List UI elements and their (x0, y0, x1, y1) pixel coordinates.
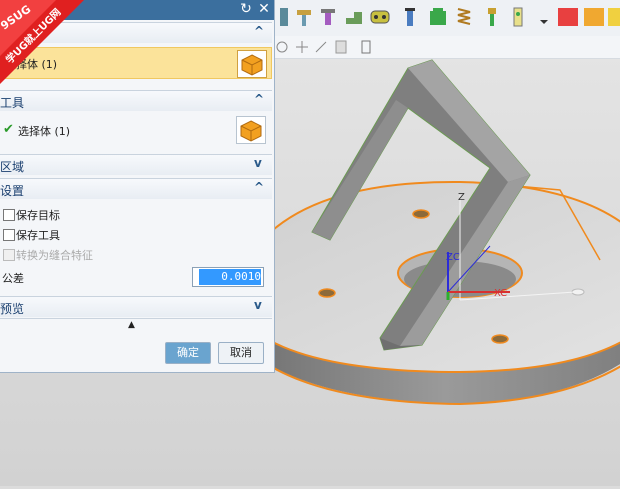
yellow-color-swatch[interactable] (608, 6, 620, 28)
tolerance-value: 0.0010 (199, 269, 261, 285)
bolt-hole (491, 334, 509, 344)
tool-select-label: 选择体 (1) (18, 125, 71, 138)
dropdown-arrow-icon[interactable] (534, 6, 554, 28)
check-icon: ✔ (3, 122, 14, 137)
gear-icon[interactable] (428, 6, 448, 28)
slot-icon[interactable] (370, 6, 390, 28)
reset-icon[interactable]: ↻ (238, 1, 254, 17)
chevron-up-icon[interactable]: ^ (254, 93, 266, 105)
chevron-up-icon[interactable]: ^ (254, 181, 266, 193)
zc-axis-label: ZC (446, 252, 460, 263)
tool-select-row[interactable]: ✔ 选择体 (1) (0, 114, 272, 146)
preview-section-title: 预览 (0, 302, 25, 316)
preview-section-header[interactable]: 预览 v (0, 296, 272, 317)
hole-tool-icon[interactable] (294, 6, 314, 28)
convert-seam-label: 转换为缝合特征 (16, 249, 93, 262)
chevron-down-icon[interactable]: v (254, 157, 266, 169)
tolerance-label: 公差 (2, 272, 24, 285)
keep-tool-checkbox[interactable] (3, 229, 15, 241)
tool-section-header[interactable]: 工具 ^ (0, 90, 272, 111)
watermark-logo: 9SUG 学UG就上UG网 (0, 0, 84, 84)
solid-body-icon (241, 54, 263, 76)
settings-section-header[interactable]: 设置 ^ (0, 178, 272, 199)
close-icon[interactable]: ✕ (256, 1, 272, 17)
settings-section-title: 设置 (0, 184, 25, 198)
ok-button[interactable]: 确定 (165, 342, 211, 364)
bolt-hole (318, 288, 336, 298)
z-axis-label: Z (458, 192, 465, 203)
region-section-title: 区域 (0, 160, 25, 174)
orange-color-swatch[interactable] (584, 6, 604, 28)
spring-icon[interactable] (454, 6, 474, 28)
red-color-swatch[interactable] (558, 6, 578, 28)
rib-icon[interactable] (344, 6, 364, 28)
collapse-triangle-icon[interactable]: ▲ (128, 320, 135, 330)
solid-body-icon (240, 120, 262, 142)
target-body-selector[interactable] (237, 50, 267, 78)
chevron-up-icon[interactable]: ^ (254, 25, 266, 37)
site-watermark-badge: 9SUG 学UG就上UG网 (0, 0, 84, 84)
tolerance-input[interactable]: 0.0010 (192, 267, 264, 287)
feature-toolbar (272, 0, 620, 37)
keep-target-label: 保存目标 (16, 209, 60, 222)
thread-icon[interactable] (400, 6, 420, 28)
selection-toolbar (272, 36, 620, 59)
bolt-icon[interactable] (482, 6, 502, 28)
xc-axis-label: XC (494, 288, 507, 299)
trim-body-icon[interactable] (274, 6, 294, 28)
pin-icon[interactable] (508, 6, 528, 28)
cancel-button[interactable]: 取消 (218, 342, 264, 364)
bolt-hole (412, 209, 430, 219)
boss-icon[interactable] (318, 6, 338, 28)
keep-tool-label: 保存工具 (16, 229, 60, 242)
convert-seam-checkbox (3, 249, 15, 261)
region-section-header[interactable]: 区域 v (0, 154, 272, 175)
collapse-more-bar[interactable]: ▲ (0, 318, 272, 333)
chevron-down-icon[interactable]: v (254, 299, 266, 311)
tool-body-selector[interactable] (236, 116, 266, 144)
tool-section-title: 工具 (0, 96, 25, 110)
selection-tool-icons[interactable] (272, 36, 620, 58)
keep-target-checkbox[interactable] (3, 209, 15, 221)
